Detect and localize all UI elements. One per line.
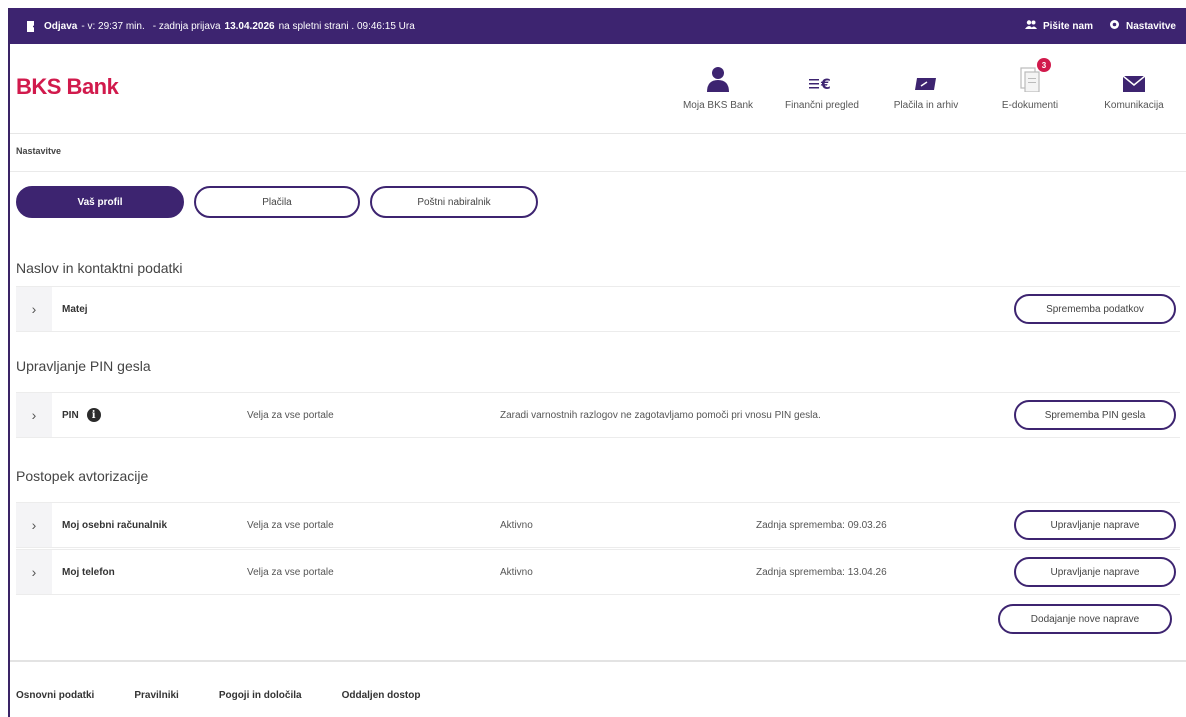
footer-links: Osnovni podatki Pravilniki Pogoji in dol… [16,690,420,701]
footer-link-oddaljen[interactable]: Oddaljen dostop [342,690,421,701]
last-login-suffix: na spletni strani . 09:46:15 Ura [278,20,415,32]
table-row: › Moj telefon Velja za vse portale Aktiv… [16,549,1180,595]
write-us-link[interactable]: Pišite nam [1024,20,1093,32]
pin-note: Zaradi varnostnih razlogov ne zagotavlja… [500,409,821,421]
footer-divider [10,660,1186,662]
main-nav: Moja BKS Bank € Finančni pregled Plačila… [666,58,1186,111]
add-device-button[interactable]: Dodajanje nove naprave [998,604,1172,634]
logout-link[interactable]: Odjava [44,21,77,32]
payments-icon [914,62,938,92]
manage-device-button[interactable]: Upravljanje naprave [1014,510,1176,540]
device-last-change: Zadnja sprememba: 13.04.26 [756,566,887,578]
tab-postni-nabiralnik[interactable]: Poštni nabiralnik [370,186,538,218]
breadcrumb: Nastavitve [16,146,62,156]
pin-validity: Velja za vse portale [247,409,334,421]
table-row: › Moj osebni računalnik Velja za vse por… [16,502,1180,548]
bks-logo[interactable]: BKS Bank [16,74,119,100]
footer-link-osnovni[interactable]: Osnovni podatki [16,690,94,701]
nav-e-dokumenti[interactable]: 3 E-dokumenti [978,58,1082,111]
device-name: Moj osebni računalnik [62,519,168,531]
device-validity: Velja za vse portale [247,566,334,578]
app-frame: Odjava - v: 29:37 min. - zadnja prijava … [8,8,1186,717]
tab-placila[interactable]: Plačila [194,186,360,218]
last-login-date: 13.04.2026 [224,20,275,32]
top-bar: Odjava - v: 29:37 min. - zadnja prijava … [10,8,1186,44]
mail-icon [1123,62,1145,92]
nav-label: Moja BKS Bank [682,100,754,111]
chevron-right-icon[interactable]: › [16,503,52,547]
chevron-right-icon[interactable]: › [16,550,52,594]
nav-label: Plačila in arhiv [893,100,959,111]
pin-row: › PIN i Velja za vse portale Zaradi varn… [16,392,1180,438]
footer-link-pravilniki[interactable]: Pravilniki [134,690,178,701]
info-icon[interactable]: i [86,408,101,422]
chevron-right-icon[interactable]: › [16,393,52,437]
device-status: Aktivno [500,566,533,578]
device-validity: Velja za vse portale [247,519,334,531]
finance-icon: € [809,62,835,92]
change-data-button[interactable]: Sprememba podatkov [1014,294,1176,324]
people-icon [1024,20,1037,32]
documents-icon: 3 [1019,58,1051,92]
device-status: Aktivno [500,519,533,531]
user-icon [707,62,729,92]
last-login-prefix: - zadnja prijava [152,20,221,32]
documents-badge: 3 [1037,58,1051,72]
svg-text:€: € [820,77,831,92]
section-title-auth: Postopek avtorizacije [16,468,149,484]
nav-komunikacija[interactable]: Komunikacija [1082,62,1186,111]
change-pin-button[interactable]: Sprememba PIN gesla [1014,400,1176,430]
chevron-right-icon[interactable]: › [16,287,52,331]
section-title-address: Naslov in kontaktni podatki [16,260,183,276]
device-name: Moj telefon [62,566,115,578]
tab-vas-profil[interactable]: Vaš profil [16,186,184,218]
header: BKS Bank Moja BKS Bank € Finančni pregle… [10,44,1186,134]
write-us-label: Pišite nam [1042,20,1093,32]
settings-tabs: Vaš profil Plačila Poštni nabiralnik [16,186,538,218]
nav-label: Finančni pregled [785,100,859,111]
nav-moja-bks[interactable]: Moja BKS Bank [666,62,770,111]
section-title-pin: Upravljanje PIN gesla [16,358,151,374]
pin-label: PIN [62,409,79,421]
session-timer: - v: 29:37 min. [81,20,145,32]
footer-link-pogoji[interactable]: Pogoji in določila [219,690,302,701]
nav-financni-pregled[interactable]: € Finančni pregled [770,62,874,111]
nav-label: Komunikacija [1104,100,1164,111]
device-last-change: Zadnja sprememba: 09.03.26 [756,519,887,531]
settings-link[interactable]: Nastavitve [1109,19,1176,33]
nav-label: E-dokumenti [1001,100,1059,111]
nav-placila-arhiv[interactable]: Plačila in arhiv [874,62,978,111]
logout-icon[interactable] [26,20,38,32]
address-row: › Matej Sprememba podatkov [16,286,1180,332]
divider [10,171,1186,172]
settings-label: Nastavitve [1125,20,1176,32]
pin-name-cell: PIN i [62,408,101,422]
gear-icon [1109,19,1120,33]
manage-device-button[interactable]: Upravljanje naprave [1014,557,1176,587]
contact-name: Matej [62,303,88,315]
